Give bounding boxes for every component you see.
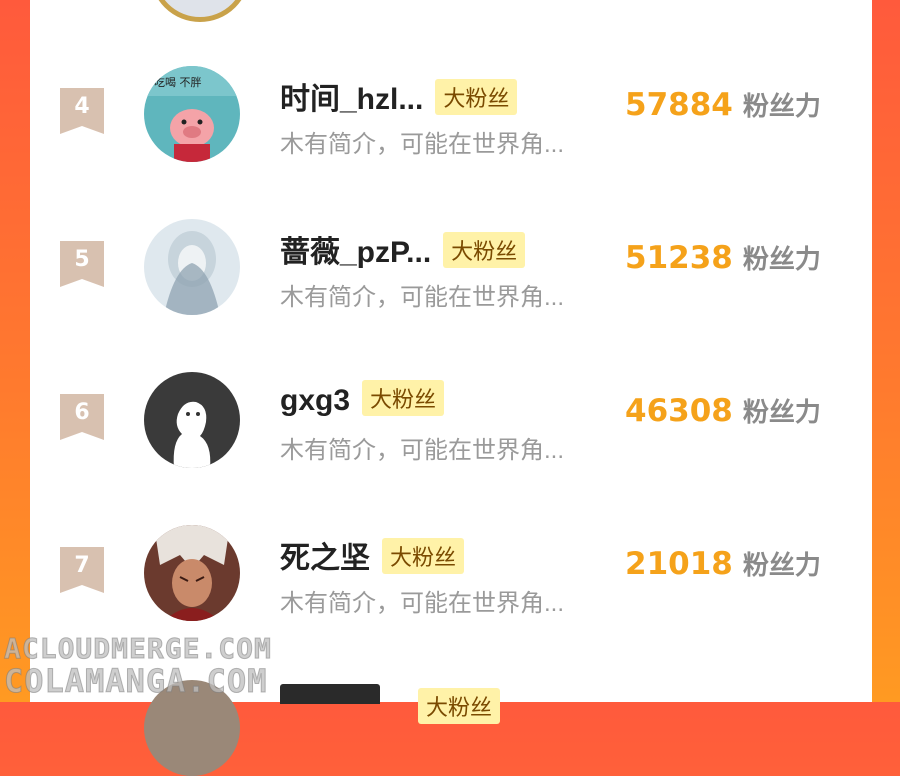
user-name-text: 时间_hzl... <box>280 83 424 116</box>
user-name-text: 死之坚 <box>280 542 370 575</box>
name-partial-bottom[interactable] <box>280 684 390 704</box>
watermark-line1: ACLOUDMERGE.COM <box>4 632 272 666</box>
fan-power-value: 21018 <box>625 546 733 582</box>
avatar-caption: 吃喝 不胖 <box>154 76 202 89</box>
fan-badge: 大粉丝 <box>382 538 465 574</box>
rank-row[interactable]: 5 蔷薇_pzP... 大粉丝 木有简介，可能在世界角... 51238 粉丝力 <box>30 205 872 325</box>
fan-power-unit: 粉丝力 <box>742 397 821 427</box>
user-name-text: gxg3 <box>280 384 351 417</box>
avatar-partial-top[interactable] <box>150 0 250 22</box>
user-name-text: 蔷薇_pzP... <box>280 236 432 269</box>
fan-power-unit: 粉丝力 <box>742 550 821 580</box>
rank-row[interactable]: 6 gxg3 大粉丝 木有简介，可能在世界角... 46308 粉丝力 <box>30 358 872 478</box>
user-name[interactable]: 时间_hzl... 大粉丝 <box>280 74 518 118</box>
avatar[interactable] <box>144 525 240 621</box>
rank-number: 7 <box>74 553 90 578</box>
fan-power: 51238 粉丝力 <box>625 239 821 276</box>
rank-number: 4 <box>74 94 90 119</box>
user-bio: 木有简介，可能在世界角... <box>280 131 565 158</box>
user-name[interactable]: 蔷薇_pzP... 大粉丝 <box>280 227 526 271</box>
fan-badge-partial: 大粉丝 <box>418 688 501 724</box>
rank-row[interactable]: 4 吃喝 不胖 时间_hzl... 大粉丝 木有简介，可能在世界角... 5788… <box>30 52 872 172</box>
rank-flag: 7 <box>60 547 104 593</box>
fan-badge: 大粉丝 <box>443 232 526 268</box>
user-name[interactable]: 死之坚 大粉丝 <box>280 533 465 577</box>
fan-badge: 大粉丝 <box>435 79 518 115</box>
avatar[interactable] <box>144 372 240 468</box>
user-bio: 木有简介，可能在世界角... <box>280 590 565 617</box>
fan-power-value: 57884 <box>625 87 733 123</box>
user-bio: 木有简介，可能在世界角... <box>280 437 565 464</box>
fan-power-value: 46308 <box>625 393 733 429</box>
user-name[interactable]: gxg3 大粉丝 <box>280 380 445 418</box>
fan-power-value: 51238 <box>625 240 733 276</box>
fan-power-unit: 粉丝力 <box>742 91 821 121</box>
rank-flag: 5 <box>60 241 104 287</box>
rank-row[interactable]: 7 死之坚 大粉丝 木有简介，可能在世界角... 21018 粉丝力 <box>30 511 872 631</box>
fan-badge: 大粉丝 <box>362 380 445 416</box>
rank-number: 6 <box>74 400 90 425</box>
watermark-line2: COLAMANGA.COM <box>3 662 268 701</box>
ranking-panel: 4 吃喝 不胖 时间_hzl... 大粉丝 木有简介，可能在世界角... 5788… <box>30 0 872 776</box>
fan-power: 46308 粉丝力 <box>625 392 821 429</box>
fan-power: 21018 粉丝力 <box>625 545 821 582</box>
user-bio: 木有简介，可能在世界角... <box>280 284 565 311</box>
avatar[interactable]: 吃喝 不胖 <box>144 66 240 162</box>
fan-power-unit: 粉丝力 <box>742 244 821 274</box>
rank-flag: 6 <box>60 394 104 440</box>
rank-flag: 4 <box>60 88 104 134</box>
avatar[interactable] <box>144 219 240 315</box>
fan-power: 57884 粉丝力 <box>625 86 821 123</box>
rank-number: 5 <box>74 247 90 272</box>
